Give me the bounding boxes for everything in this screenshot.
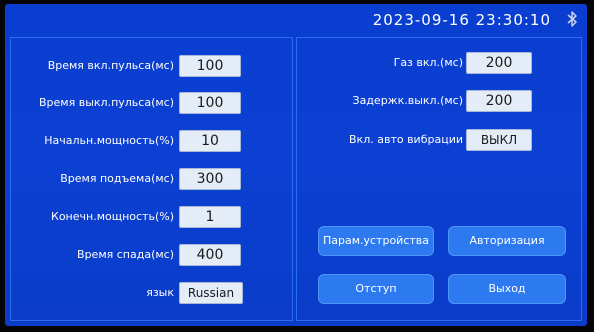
indent-button[interactable]: Отступ	[318, 274, 434, 304]
initial-power-field[interactable]: 10	[179, 130, 241, 152]
param-row-final-power: Конечн.мощность(%) 1	[11, 205, 294, 229]
authorization-button[interactable]: Авторизация	[448, 226, 566, 256]
datetime-display: 2023-09-16 23:30:10	[372, 11, 551, 29]
pulse-off-time-field[interactable]: 100	[179, 92, 241, 114]
param-label: Время спада(мс)	[77, 248, 174, 261]
param-row-gas-on: Газ вкл.(мс) 200	[297, 51, 583, 75]
param-label: язык	[146, 286, 174, 299]
gas-on-field[interactable]: 200	[466, 52, 532, 74]
param-label: Газ вкл.(мс)	[393, 56, 463, 69]
param-label: Конечн.мощность(%)	[51, 210, 174, 223]
param-row-rise-time: Время подъема(мс) 300	[11, 167, 294, 191]
bluetooth-icon[interactable]	[565, 10, 579, 28]
auto-vibration-toggle[interactable]: ВЫКЛ	[466, 129, 532, 151]
pulse-on-time-field[interactable]: 100	[179, 55, 241, 77]
param-label: Время вкл.пульса(мс)	[47, 59, 174, 72]
param-label: Вкл. авто вибрации	[349, 133, 463, 146]
param-label: Задержк.выкл.(мс)	[352, 94, 463, 107]
param-row-language: язык Russian	[11, 281, 294, 305]
param-row-fall-time: Время спада(мс) 400	[11, 243, 294, 267]
param-row-off-delay: Задержк.выкл.(мс) 200	[297, 89, 583, 113]
rise-time-field[interactable]: 300	[179, 168, 241, 190]
final-power-field[interactable]: 1	[179, 206, 241, 228]
param-row-initial-power: Начальн.мощность(%) 10	[11, 129, 294, 153]
param-label: Начальн.мощность(%)	[44, 134, 174, 147]
fall-time-field[interactable]: 400	[179, 244, 241, 266]
language-select[interactable]: Russian	[179, 282, 243, 304]
screen: 2023-09-16 23:30:10 Время вкл.пульса(мс)…	[5, 4, 587, 326]
top-bar: 2023-09-16 23:30:10	[5, 4, 587, 34]
param-row-pulse-off-time: Время выкл.пульса(мс) 100	[11, 91, 294, 115]
off-delay-field[interactable]: 200	[466, 90, 532, 112]
device-params-button[interactable]: Парам.устройства	[318, 226, 434, 256]
exit-button[interactable]: Выход	[448, 274, 566, 304]
param-label: Время подъема(мс)	[60, 172, 174, 185]
param-row-auto-vibration: Вкл. авто вибрации ВЫКЛ	[297, 128, 583, 152]
left-settings-panel: Время вкл.пульса(мс) 100 Время выкл.пуль…	[10, 37, 293, 321]
param-row-pulse-on-time: Время вкл.пульса(мс) 100	[11, 54, 294, 78]
right-settings-panel: Газ вкл.(мс) 200 Задержк.выкл.(мс) 200 В…	[296, 37, 582, 321]
param-label: Время выкл.пульса(мс)	[39, 96, 174, 109]
